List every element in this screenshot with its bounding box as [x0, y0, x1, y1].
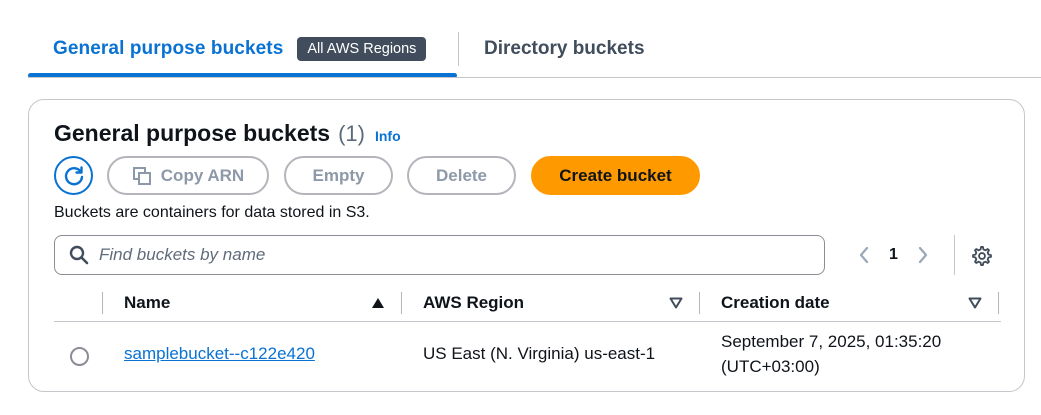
row-select-radio[interactable] [70, 347, 89, 366]
buckets-table: Name AWS Region Creation date samplebuck… [54, 290, 1001, 388]
column-header-region[interactable]: AWS Region [423, 293, 524, 313]
bucket-creation-date: September 7, 2025, 01:35:20 (UTC+03:00) [721, 329, 941, 379]
column-divider [401, 292, 402, 314]
pagination: 1 [854, 242, 933, 268]
refresh-button[interactable] [54, 156, 93, 195]
bucket-count: (1) [338, 121, 365, 146]
creation-timezone-line: (UTC+03:00) [721, 357, 820, 376]
empty-button[interactable]: Empty [284, 156, 393, 195]
gear-icon [972, 246, 992, 266]
copy-arn-button[interactable]: Copy ARN [107, 156, 269, 195]
tabs-baseline [28, 77, 1041, 78]
chevron-right-icon [918, 246, 928, 264]
sort-toggle-icon[interactable] [669, 297, 683, 309]
copy-icon [132, 166, 151, 185]
sort-ascending-icon[interactable] [371, 297, 385, 309]
column-header-name[interactable]: Name [124, 293, 170, 313]
next-page-button[interactable] [913, 242, 933, 268]
column-divider [699, 292, 700, 314]
buckets-panel: General purpose buckets (1) Info Copy AR… [28, 99, 1025, 392]
tab-general-purpose-label: General purpose buckets [53, 38, 284, 59]
actions-toolbar: Copy ARN Empty Delete Create bucket [54, 156, 700, 195]
bucket-type-tabs: General purpose buckets All AWS Regions … [0, 0, 1041, 78]
column-divider [998, 292, 999, 314]
search-icon [69, 245, 89, 265]
current-page[interactable]: 1 [889, 246, 898, 264]
create-bucket-button[interactable]: Create bucket [531, 156, 700, 195]
column-header-creation-date[interactable]: Creation date [721, 293, 830, 313]
creation-date-line: September 7, 2025, 01:35:20 [721, 332, 942, 351]
table-row: samplebucket--c122e420 US East (N. Virgi… [54, 322, 1001, 388]
previous-page-button[interactable] [854, 242, 874, 268]
bucket-region: US East (N. Virginia) us-east-1 [423, 344, 656, 363]
panel-description: Buckets are containers for data stored i… [54, 204, 370, 221]
chevron-left-icon [859, 246, 869, 264]
tab-directory-buckets[interactable]: Directory buckets [484, 38, 645, 60]
table-header: Name AWS Region Creation date [54, 290, 1001, 322]
column-divider [102, 292, 103, 314]
panel-title: General purpose buckets [54, 120, 331, 146]
panel-header: General purpose buckets (1) Info [54, 120, 401, 147]
all-regions-badge: All AWS Regions [297, 37, 427, 61]
search-input[interactable] [99, 245, 799, 265]
settings-divider [954, 235, 955, 275]
delete-button[interactable]: Delete [407, 156, 516, 195]
info-link[interactable]: Info [375, 128, 401, 144]
sort-toggle-icon[interactable] [968, 297, 982, 309]
copy-arn-label: Copy ARN [160, 165, 245, 185]
tab-general-purpose-buckets[interactable]: General purpose buckets All AWS Regions [28, 24, 457, 78]
bucket-name-link[interactable]: samplebucket--c122e420 [124, 344, 315, 364]
tab-divider [458, 32, 459, 66]
search-box [54, 235, 825, 275]
table-settings-button[interactable] [971, 245, 993, 267]
refresh-icon [64, 165, 83, 185]
